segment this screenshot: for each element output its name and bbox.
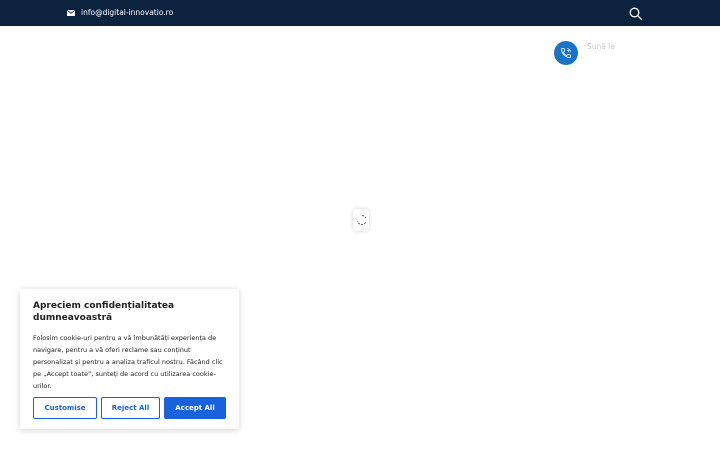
top-bar: info@digital-innovatio.ro bbox=[0, 0, 720, 26]
language-ro-button[interactable] bbox=[447, 47, 456, 53]
phone-icon bbox=[561, 48, 571, 58]
search-button[interactable] bbox=[627, 5, 643, 21]
cookie-title: Apreciem confidențialitatea dumneavoastr… bbox=[33, 301, 175, 323]
email-link[interactable]: info@digital-innovatio.ro bbox=[67, 7, 173, 19]
reject-all-button[interactable]: Reject All bbox=[101, 397, 160, 419]
email-address[interactable]: info@digital-innovatio.ro bbox=[81, 7, 173, 19]
accept-all-button[interactable]: Accept All bbox=[164, 397, 226, 419]
call-button[interactable] bbox=[554, 41, 578, 65]
customise-button[interactable]: Customise bbox=[33, 397, 97, 419]
language-en-button[interactable] bbox=[418, 47, 427, 53]
cookie-consent-banner: Apreciem confidențialitatea dumneavoastr… bbox=[20, 289, 239, 429]
page-loader bbox=[353, 209, 369, 231]
cookie-description: Folosim cookie-uri pentru a vă îmbunătăț… bbox=[33, 334, 223, 390]
call-label[interactable]: Sună la bbox=[587, 42, 615, 51]
envelope-icon bbox=[67, 10, 75, 16]
cookie-actions: Customise Reject All Accept All bbox=[33, 397, 226, 419]
spinner-icon bbox=[357, 215, 366, 225]
search-icon bbox=[629, 7, 642, 20]
